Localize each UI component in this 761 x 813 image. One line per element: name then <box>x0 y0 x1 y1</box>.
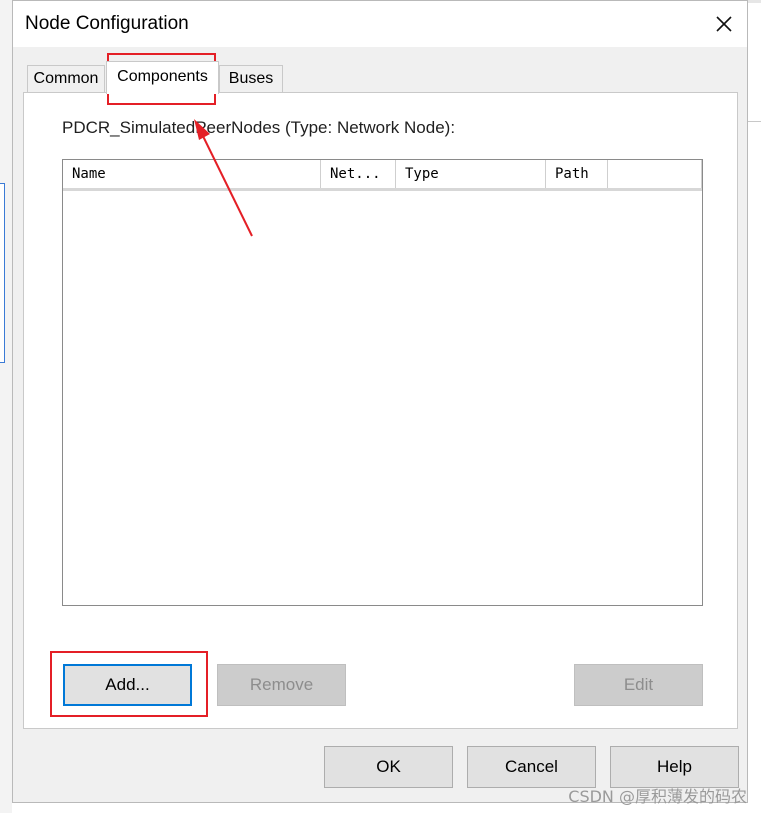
add-button[interactable]: Add... <box>63 664 192 706</box>
node-configuration-dialog: Node Configuration Common Components Bus… <box>12 0 748 803</box>
components-tab-panel: PDCR_SimulatedPeerNodes (Type: Network N… <box>23 92 738 729</box>
node-heading: PDCR_SimulatedPeerNodes (Type: Network N… <box>62 118 456 137</box>
background-selection-accent <box>0 183 5 363</box>
edit-button[interactable]: Edit <box>574 664 703 706</box>
column-header-filler <box>608 160 702 188</box>
column-header-name[interactable]: Name <box>63 160 321 188</box>
help-button[interactable]: Help <box>610 746 739 788</box>
title-bar[interactable]: Node Configuration <box>13 1 747 47</box>
window-title: Node Configuration <box>25 13 189 34</box>
close-button[interactable] <box>701 1 747 47</box>
background-divider <box>748 121 761 122</box>
cancel-button[interactable]: Cancel <box>467 746 596 788</box>
list-header: Name Net... Type Path <box>63 160 702 191</box>
column-header-type[interactable]: Type <box>396 160 546 188</box>
tab-components[interactable]: Components <box>106 61 219 94</box>
tab-buses[interactable]: Buses <box>219 65 283 92</box>
column-header-network[interactable]: Net... <box>321 160 396 188</box>
close-icon <box>716 16 732 32</box>
watermark: CSDN @厚积薄发的码农 <box>568 787 747 806</box>
background-window-edge <box>0 0 12 813</box>
components-list[interactable]: Name Net... Type Path <box>62 159 703 606</box>
column-header-path[interactable]: Path <box>546 160 608 188</box>
remove-button[interactable]: Remove <box>217 664 346 706</box>
ok-button[interactable]: OK <box>324 746 453 788</box>
tab-common[interactable]: Common <box>27 65 105 92</box>
